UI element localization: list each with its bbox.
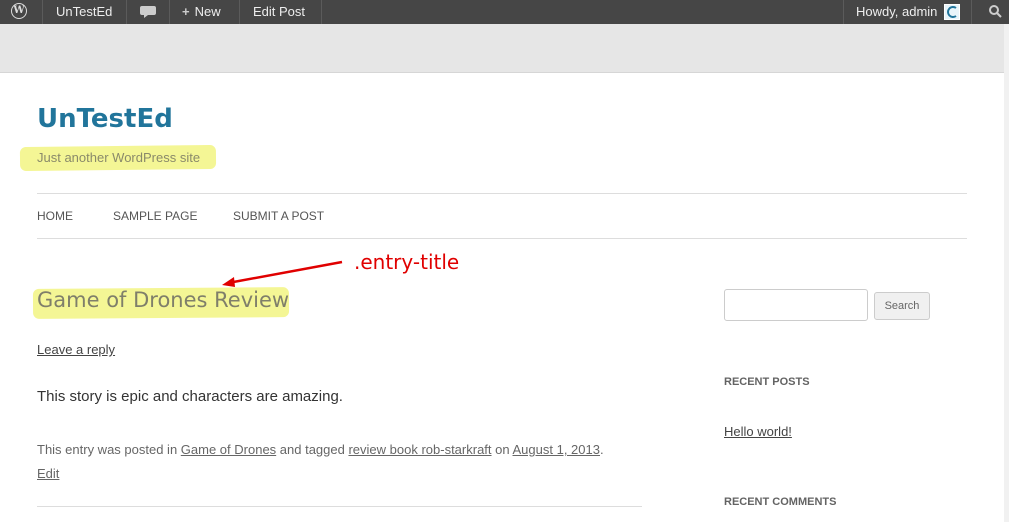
comment-bubble-icon (140, 6, 156, 18)
admin-bar-edit-post[interactable]: Edit Post (253, 0, 305, 24)
category-link[interactable]: Game of Drones (181, 442, 276, 457)
admin-bar-new-label: New (194, 4, 221, 19)
nav-item-submit-a-post[interactable]: SUBMIT A POST (233, 209, 324, 223)
admin-bar-my-account[interactable]: Howdy, admin (856, 0, 937, 24)
admin-bar-divider (239, 0, 240, 24)
meta-text: and tagged (276, 442, 349, 457)
search-icon (988, 5, 1002, 18)
admin-bar-site-name[interactable]: UnTestEd (56, 0, 112, 24)
admin-bar-comments[interactable] (140, 0, 156, 24)
recent-post-link[interactable]: Hello world! (724, 424, 792, 439)
site-description: Just another WordPress site (37, 150, 201, 165)
leave-reply-link[interactable]: Leave a reply (37, 342, 115, 357)
scrollbar[interactable] (1004, 24, 1009, 522)
plus-icon: + (182, 4, 190, 19)
meta-text: This entry was posted in (37, 442, 181, 457)
recent-posts-heading: RECENT POSTS (724, 376, 810, 388)
admin-bar-divider (321, 0, 322, 24)
meta-text: on (491, 442, 513, 457)
avatar-icon[interactable] (944, 4, 960, 20)
admin-bar-divider (971, 0, 972, 24)
date-link[interactable]: August 1, 2013 (513, 442, 600, 457)
tags-link[interactable]: review book rob-starkraft (348, 442, 491, 457)
admin-bar-new-content[interactable]: + New (182, 0, 221, 24)
meta-text: . (599, 442, 604, 457)
nav-top-divider (37, 193, 967, 194)
edit-link[interactable]: Edit (37, 466, 59, 481)
admin-bar-divider (169, 0, 170, 24)
wordpress-logo-menu[interactable]: W (0, 0, 42, 24)
nav-item-sample-page[interactable]: SAMPLE PAGE (113, 209, 197, 223)
search-button[interactable]: Search (874, 292, 930, 320)
recent-comments-heading: RECENT COMMENTS (724, 496, 837, 508)
search-input[interactable] (724, 289, 868, 321)
admin-bar-divider (126, 0, 127, 24)
annotation-label: .entry-title (354, 250, 460, 274)
entry-meta: This entry was posted in Game of Drones … (37, 438, 637, 486)
entry-content: This story is epic and characters are am… (37, 388, 343, 405)
admin-bar: W UnTestEd + New Edit Post Howdy, admin (0, 0, 1009, 24)
admin-bar-divider (42, 0, 43, 24)
nav-item-home[interactable]: HOME (37, 209, 73, 223)
site-title[interactable]: UnTestEd (37, 104, 173, 134)
entry-bottom-divider (37, 506, 642, 507)
annotation-arrow-icon (222, 260, 343, 287)
entry-title[interactable]: Game of Drones Review (37, 288, 289, 312)
nav-bottom-divider (37, 238, 967, 239)
header-banner-bar (0, 24, 1004, 73)
admin-bar-divider (843, 0, 844, 24)
wordpress-logo-icon: W (11, 3, 27, 19)
admin-bar-search[interactable] (980, 0, 1009, 24)
